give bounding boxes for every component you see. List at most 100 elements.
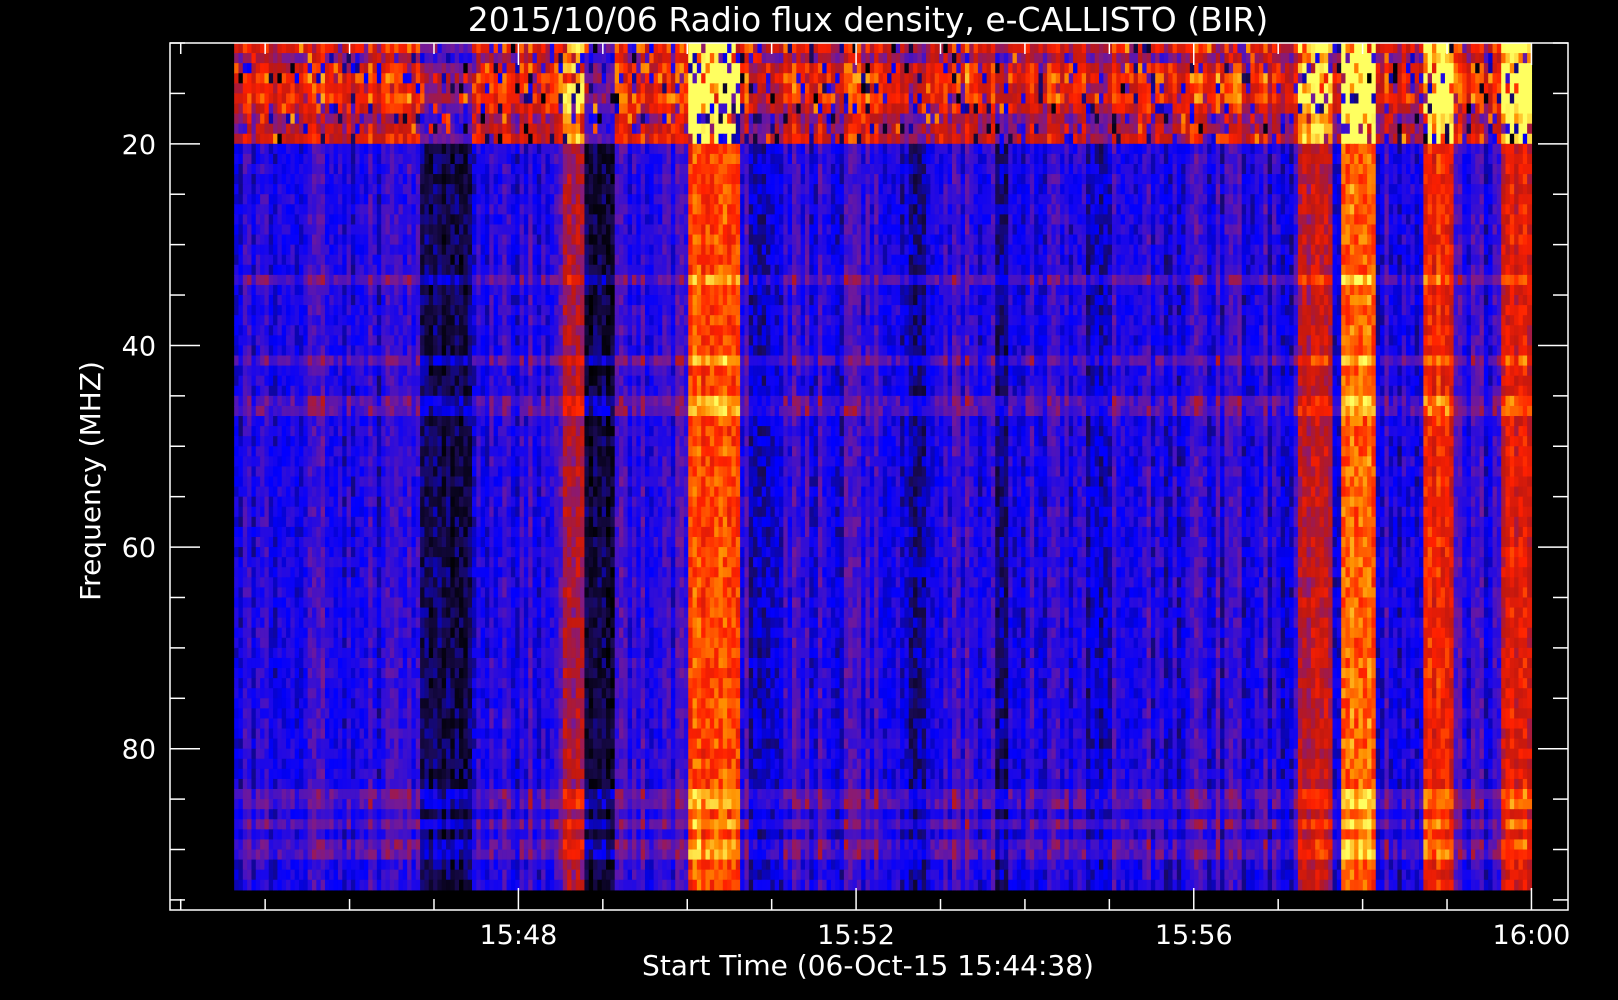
heatmap-cell (450, 83, 455, 94)
heatmap-cell (1380, 43, 1385, 54)
heatmap-cell (1181, 63, 1186, 74)
heatmap-cell (1518, 73, 1523, 84)
heatmap-cell (1017, 83, 1022, 94)
heatmap-cell (472, 73, 477, 84)
heatmap-cell (1471, 63, 1476, 74)
heatmap-cell (1363, 63, 1368, 74)
heatmap-cell (1402, 43, 1407, 54)
heatmap-cell (347, 63, 352, 74)
heatmap-cell (1393, 63, 1398, 74)
heatmap-cell (329, 83, 334, 94)
heatmap-cell (1384, 73, 1389, 84)
heatmap-cell (1043, 43, 1048, 54)
heatmap-cell (446, 53, 451, 64)
heatmap-cell (740, 63, 745, 74)
heatmap-cell (818, 73, 823, 84)
heatmap-cell (900, 53, 905, 64)
heatmap-cell (1454, 63, 1459, 74)
heatmap-cell (1471, 53, 1476, 64)
heatmap-cell (364, 63, 369, 74)
heatmap-cell (420, 73, 425, 84)
heatmap-cell (680, 73, 685, 84)
heatmap-cell (891, 53, 896, 64)
heatmap-cell (1350, 63, 1355, 74)
heatmap-cell (853, 83, 858, 94)
heatmap-cell (295, 53, 300, 64)
heatmap-cell (429, 53, 434, 64)
heatmap-cell (658, 53, 663, 64)
heatmap-cell (788, 83, 793, 94)
heatmap-cell (792, 43, 797, 54)
heatmap-cell (809, 73, 814, 84)
heatmap-cell (779, 43, 784, 54)
heatmap-cell (498, 53, 503, 64)
heatmap-cell (757, 63, 762, 74)
heatmap-cell (736, 43, 741, 54)
heatmap-cell (520, 53, 525, 64)
heatmap-cell (619, 83, 624, 94)
heatmap-cell (1523, 63, 1528, 74)
heatmap-cell (835, 53, 840, 64)
heatmap-cell (347, 53, 352, 64)
heatmap-cell (485, 53, 490, 64)
heatmap-cell (1337, 63, 1342, 74)
heatmap-cell (904, 43, 909, 54)
heatmap-cell (1194, 43, 1199, 54)
heatmap-cell (1328, 43, 1333, 54)
heatmap-cell (494, 43, 499, 54)
heatmap-cell (433, 73, 438, 84)
heatmap-cell (1021, 73, 1026, 84)
heatmap-cell (1194, 53, 1199, 64)
heatmap-cell (723, 83, 728, 94)
heatmap-cell (256, 43, 261, 54)
heatmap-cell (731, 83, 736, 94)
heatmap-cell (948, 83, 953, 94)
heatmap-cell (398, 63, 403, 74)
heatmap-cell (723, 73, 728, 84)
heatmap-cell (1289, 73, 1294, 84)
heatmap-cell (1523, 73, 1528, 84)
heatmap-cell (1142, 63, 1147, 74)
heatmap-cell (891, 83, 896, 94)
heatmap-cell (489, 83, 494, 94)
heatmap-cell (913, 43, 918, 54)
heatmap-cell (1151, 73, 1156, 84)
heatmap-cell (1497, 43, 1502, 54)
heatmap-cell (982, 83, 987, 94)
heatmap-cell (494, 53, 499, 64)
heatmap-cell (753, 63, 758, 74)
heatmap-cell (878, 73, 883, 84)
heatmap-cell (956, 63, 961, 74)
heatmap-cell (1484, 63, 1489, 74)
heatmap-cell (1043, 53, 1048, 64)
heatmap-cell (437, 43, 442, 54)
heatmap-cell (1108, 63, 1113, 74)
heatmap-cell (1493, 73, 1498, 84)
heatmap-cell (520, 43, 525, 54)
heatmap-cell (987, 83, 992, 94)
heatmap-cell (961, 53, 966, 64)
heatmap-cell (1341, 63, 1346, 74)
heatmap-cell (969, 53, 974, 64)
heatmap-cell (1497, 53, 1502, 64)
heatmap-cell (1384, 43, 1389, 54)
heatmap-cell (693, 63, 698, 74)
heatmap-cell (1186, 53, 1191, 64)
heatmap-cell (351, 53, 356, 64)
heatmap-cell (740, 83, 745, 94)
heatmap-cell (641, 53, 646, 64)
heatmap-cell (251, 43, 256, 54)
heatmap-cell (809, 53, 814, 64)
heatmap-cell (809, 83, 814, 94)
heatmap-cell (351, 73, 356, 84)
heatmap-cell (1177, 53, 1182, 64)
heatmap-cell (857, 43, 862, 54)
heatmap-cell (1125, 83, 1130, 94)
heatmap-cell (1289, 53, 1294, 64)
heatmap-cell (1090, 53, 1095, 64)
heatmap-cell (295, 73, 300, 84)
heatmap-cell (1099, 63, 1104, 74)
heatmap-cell (654, 63, 659, 74)
heatmap-cell (589, 83, 594, 94)
heatmap-cell (606, 63, 611, 74)
